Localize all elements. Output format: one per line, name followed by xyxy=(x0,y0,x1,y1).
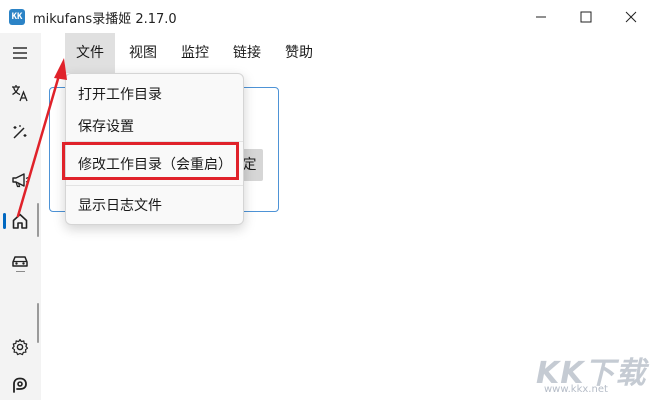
sidebar-divider xyxy=(16,271,25,272)
watermark-logo: KK下载 www.kkx.net xyxy=(536,348,652,398)
sidebar-item-language[interactable] xyxy=(2,77,38,109)
sidebar-item-tools[interactable] xyxy=(2,116,38,148)
sidebar-item-home[interactable] xyxy=(2,205,38,237)
menu-bar: 文件 视图 监控 链接 赞助 xyxy=(41,33,654,73)
maximize-icon xyxy=(580,11,592,22)
menu-item-save-settings[interactable]: 保存设置 xyxy=(78,116,134,136)
translate-icon xyxy=(12,85,28,102)
watermark-url: www.kkx.net xyxy=(544,384,608,395)
menu-links[interactable]: 链接 xyxy=(222,33,272,73)
title-bar: KK mikufans录播姬 2.17.0 xyxy=(0,0,654,33)
menu-file[interactable]: 文件 xyxy=(65,33,115,73)
sidebar-item-announcements[interactable] xyxy=(2,164,38,196)
menu-icon xyxy=(13,47,27,59)
hamburger-menu-button[interactable] xyxy=(2,37,38,69)
magic-wand-icon xyxy=(13,125,27,139)
close-icon xyxy=(625,11,637,22)
maximize-button[interactable] xyxy=(563,0,609,33)
gear-icon xyxy=(11,338,29,356)
menu-item-open-workdir[interactable]: 打开工作目录 xyxy=(78,84,162,104)
sidebar-item-settings[interactable] xyxy=(2,331,38,363)
menu-monitor[interactable]: 监控 xyxy=(170,33,220,73)
menu-separator xyxy=(66,185,243,186)
minimize-button[interactable] xyxy=(518,0,564,33)
car-icon xyxy=(12,256,28,267)
sidebar-item-rooms[interactable] xyxy=(2,245,38,277)
sidebar-item-about[interactable] xyxy=(2,369,38,401)
highlight-annotation xyxy=(62,142,239,180)
close-button[interactable] xyxy=(608,0,654,33)
p-logo-icon xyxy=(13,377,27,393)
sidebar xyxy=(0,33,42,400)
app-icon: KK xyxy=(9,9,25,25)
home-icon xyxy=(12,213,28,229)
menu-item-show-log[interactable]: 显示日志文件 xyxy=(78,195,162,215)
window-title: mikufans录播姬 2.17.0 xyxy=(33,12,177,27)
menu-sponsor[interactable]: 赞助 xyxy=(274,33,324,73)
minimize-icon xyxy=(536,16,546,17)
megaphone-icon xyxy=(12,173,29,188)
menu-view[interactable]: 视图 xyxy=(118,33,168,73)
